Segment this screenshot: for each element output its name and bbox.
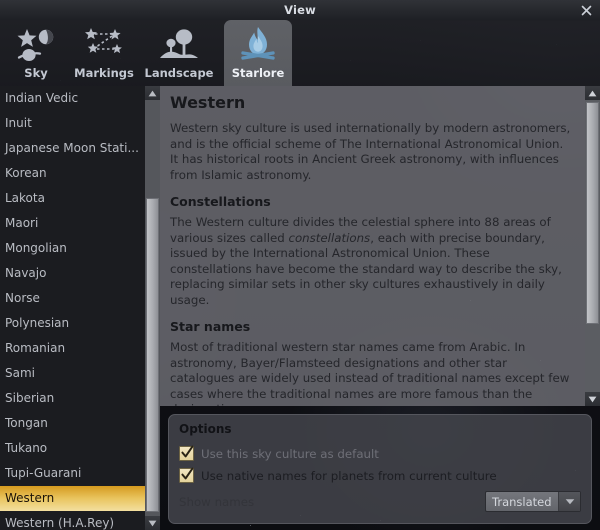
sky-culture-list-item[interactable]: Mongolian — [0, 236, 160, 261]
description-intro: Western sky culture is used internationa… — [170, 121, 571, 182]
sky-culture-list-item[interactable]: Indian Vedic — [0, 86, 160, 111]
scroll-up-arrow-icon[interactable] — [585, 86, 600, 100]
show-names-value: Translated — [492, 494, 552, 509]
tab-sky[interactable]: Sky — [2, 20, 70, 86]
title-bar: View — [0, 0, 600, 21]
close-icon[interactable] — [578, 2, 594, 18]
tab-markings[interactable]: Markings — [70, 20, 138, 86]
option-row-native-planet-names[interactable]: Use native names for planets from curren… — [179, 465, 581, 486]
chevron-down-icon[interactable] — [558, 492, 580, 511]
markings-icon — [82, 25, 126, 65]
sky-culture-list-item[interactable]: Sami — [0, 361, 160, 386]
section-text-star-names: Most of traditional western star names c… — [170, 340, 570, 406]
show-names-dropdown[interactable]: Translated — [485, 491, 581, 512]
sky-culture-list-item[interactable]: Romanian — [0, 336, 160, 361]
sky-culture-list-item[interactable]: Korean — [0, 161, 160, 186]
label-show-names: Show names — [179, 495, 255, 509]
section-text-constellations: The Western culture divides the celestia… — [170, 215, 575, 308]
constellations-italic-term: constellations — [288, 230, 371, 245]
label-use-as-default: Use this sky culture as default — [201, 446, 379, 461]
sky-culture-description: Western Western sky culture is used inte… — [160, 86, 585, 406]
tab-sky-label: Sky — [24, 66, 48, 80]
show-names-row: Show names Translated — [179, 491, 581, 513]
checkbox-native-planet-names[interactable] — [179, 467, 194, 483]
sky-culture-list-item[interactable]: Tupi-Guarani — [0, 461, 160, 486]
sky-culture-list[interactable]: Indian Vedic Inuit Japanese Moon Stati... K… — [0, 86, 160, 530]
options-group: Options Use this sky culture as default … — [168, 414, 592, 524]
description-heading: Western — [170, 93, 246, 112]
tab-landscape[interactable]: Landscape — [145, 20, 213, 86]
sky-culture-list-item[interactable]: Navajo — [0, 261, 160, 286]
sky-culture-list-item[interactable]: Japanese Moon Stati... — [0, 136, 160, 161]
sky-culture-list-item[interactable]: Tukano — [0, 436, 160, 461]
sky-culture-list-item[interactable]: Western (H.A.Rey) — [0, 511, 160, 530]
label-native-planet-names: Use native names for planets from curren… — [201, 468, 497, 483]
tab-landscape-label: Landscape — [144, 66, 214, 80]
sky-culture-list-item[interactable]: Western — [0, 486, 160, 511]
sky-culture-list-item[interactable]: Maori — [0, 211, 160, 236]
sky-culture-list-item[interactable]: Inuit — [0, 111, 160, 136]
scroll-down-arrow-icon[interactable] — [145, 516, 160, 530]
tab-markings-label: Markings — [74, 66, 134, 80]
view-dialog: View Sky Markings Landscape Starlore Ind… — [0, 0, 600, 530]
landscape-icon — [157, 25, 201, 65]
sky-culture-list-scrollbar[interactable] — [145, 86, 160, 530]
scroll-down-arrow-icon[interactable] — [585, 392, 600, 406]
option-row-default-culture[interactable]: Use this sky culture as default — [179, 443, 581, 464]
tab-starlore[interactable]: Starlore — [224, 20, 292, 86]
section-heading-star-names: Star names — [170, 319, 251, 334]
sky-culture-list-scroll-handle[interactable] — [146, 198, 159, 512]
window-title: View — [284, 3, 316, 17]
tab-bar: Sky Markings Landscape Starlore — [0, 20, 600, 86]
section-heading-constellations: Constellations — [170, 194, 271, 209]
description-scrollbar[interactable] — [585, 86, 600, 406]
sky-culture-list-item[interactable]: Norse — [0, 286, 160, 311]
tab-starlore-label: Starlore — [231, 66, 285, 80]
sky-culture-list-item[interactable]: Lakota — [0, 186, 160, 211]
checkbox-use-as-default[interactable] — [179, 445, 194, 461]
campfire-icon — [236, 25, 280, 65]
scroll-up-arrow-icon[interactable] — [145, 86, 160, 100]
sky-culture-list-item[interactable]: Polynesian — [0, 311, 160, 336]
sky-icon — [14, 25, 58, 65]
sky-culture-list-item[interactable]: Siberian — [0, 386, 160, 411]
sky-culture-list-item[interactable]: Tongan — [0, 411, 160, 436]
description-scroll-handle[interactable] — [586, 102, 599, 324]
options-title: Options — [179, 422, 232, 436]
